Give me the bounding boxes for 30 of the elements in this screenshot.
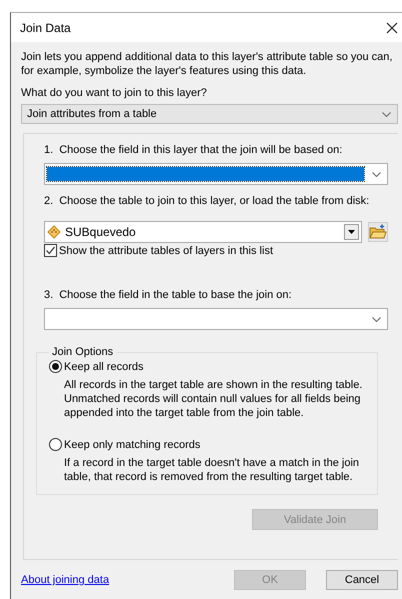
checkbox-label: Show the attribute tables of layers in this list (59, 244, 273, 256)
radio-button[interactable] (49, 438, 62, 451)
join-type-dropdown[interactable]: Join attributes from a table (21, 104, 398, 124)
chevron-icon (372, 172, 381, 176)
step-number: 2. (44, 195, 54, 207)
step-label: Choose the table to join to this layer, or load the table from disk: (59, 195, 370, 207)
chevron-icon (372, 316, 381, 322)
intro-text: Join lets you append additional data to this layer's attribute table so you can, for example, symbolize the layer's features using this data. (21, 50, 394, 78)
help-link[interactable]: About joining data (21, 574, 110, 586)
checkbox[interactable] (44, 244, 57, 257)
open-folder-button[interactable] (368, 222, 388, 242)
table-dropdown[interactable]: SUBquevedo (44, 221, 362, 243)
radio-button[interactable] (49, 360, 62, 373)
radio-label: Keep all records (64, 360, 144, 372)
step-label: Choose the field in the table to base the join on: (59, 289, 292, 301)
option-description: All records in the target table are shown in the resulting table. Unmatched records will contain null values for all fields being appended into the target table from the join table. (64, 378, 364, 420)
field-dropdown[interactable] (44, 163, 388, 185)
field-dropdown[interactable] (44, 308, 388, 330)
close-icon[interactable] (386, 22, 398, 34)
window-title: Join Data (20, 20, 71, 34)
group-title: Join Options (51, 346, 114, 358)
dialog-button[interactable]: Cancel (326, 570, 398, 590)
radio-label: Keep only matching records (64, 438, 200, 450)
option-description: If a record in the target table doesn't have a match in the join table, that record is removed from the resulting target table. (64, 456, 360, 484)
layer-icon (47, 225, 61, 239)
step-label: Choose the field in this layer that the join will be based on: (59, 144, 342, 156)
step-number: 1. (44, 144, 54, 156)
chevron-icon (382, 112, 391, 116)
step-number: 3. (44, 289, 54, 301)
question-label: What do you want to join to this layer? (21, 87, 208, 99)
